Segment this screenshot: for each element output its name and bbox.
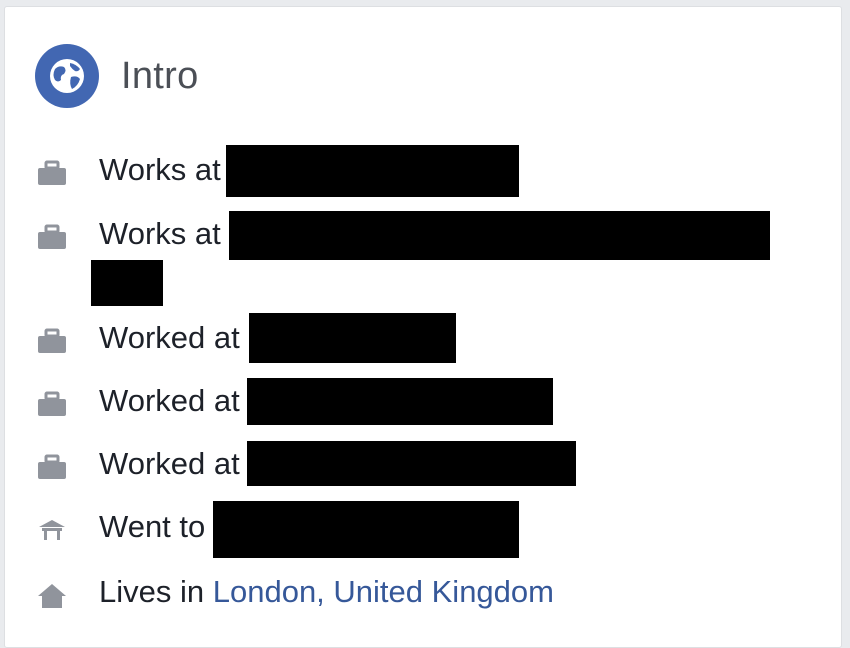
briefcase-icon bbox=[38, 328, 66, 353]
work-label: Works at bbox=[99, 152, 221, 187]
redacted-employer bbox=[229, 211, 770, 260]
globe-icon bbox=[35, 44, 99, 108]
home-icon bbox=[38, 584, 66, 608]
intro-title: Intro bbox=[121, 54, 199, 97]
list-item-education: Went to bbox=[5, 501, 841, 558]
work-label: Works at bbox=[99, 216, 221, 251]
work-label: Worked at bbox=[99, 383, 240, 418]
education-label: Went to bbox=[99, 509, 206, 544]
list-item-work-1: Works at bbox=[5, 145, 841, 199]
redacted-school bbox=[213, 501, 519, 558]
list-item-work-3: Worked at bbox=[5, 313, 841, 367]
briefcase-icon bbox=[38, 454, 66, 479]
briefcase-icon bbox=[38, 160, 66, 185]
work-label: Worked at bbox=[99, 446, 240, 481]
intro-card: Intro Works at Works at Worked at Worked… bbox=[4, 6, 842, 648]
intro-header: Intro bbox=[35, 43, 199, 109]
redacted-employer-continued bbox=[91, 260, 163, 306]
residence-line: Lives in London, United Kingdom bbox=[99, 574, 554, 610]
residence-link[interactable]: London, United Kingdom bbox=[213, 574, 554, 609]
list-item-work-4: Worked at bbox=[5, 378, 841, 430]
redacted-employer bbox=[247, 441, 576, 486]
school-icon bbox=[39, 520, 65, 540]
work-label: Worked at bbox=[99, 320, 240, 355]
redacted-employer bbox=[226, 145, 519, 197]
residence-label: Lives in bbox=[99, 574, 205, 609]
list-item-work-5: Worked at bbox=[5, 441, 841, 493]
briefcase-icon bbox=[38, 224, 66, 249]
redacted-employer bbox=[249, 313, 456, 363]
list-item-residence: Lives in London, United Kingdom bbox=[5, 569, 841, 621]
list-item-work-2: Works at bbox=[5, 211, 841, 311]
redacted-employer bbox=[247, 378, 553, 425]
briefcase-icon bbox=[38, 391, 66, 416]
